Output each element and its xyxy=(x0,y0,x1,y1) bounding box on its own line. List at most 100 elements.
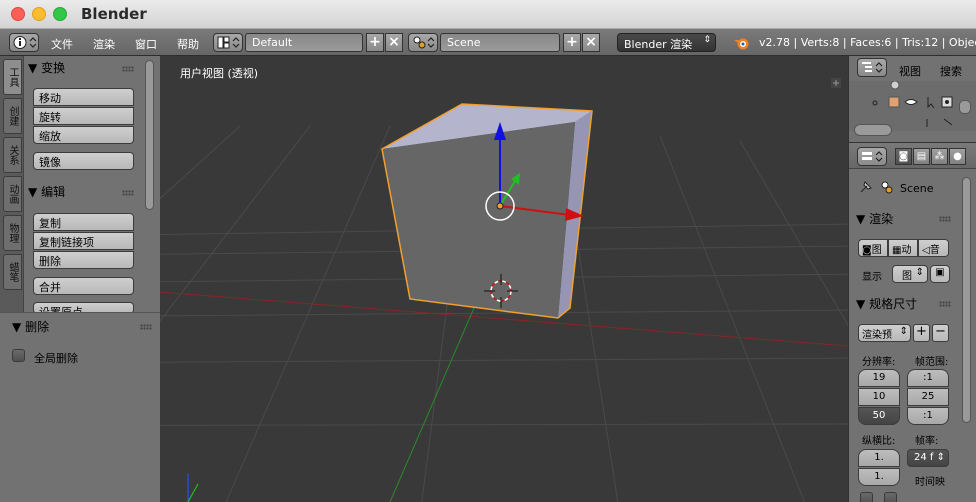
render-audio-button[interactable]: ◁音 xyxy=(918,239,949,257)
tab-tools[interactable]: 工具 xyxy=(3,59,22,95)
render-panel-header[interactable]: ▼ 渲染 xyxy=(856,210,893,227)
3d-viewport[interactable]: 用户视图 (透视) xyxy=(160,56,848,502)
global-delete-checkbox[interactable] xyxy=(12,349,25,362)
delete-scene-button[interactable]: × xyxy=(582,33,600,52)
border-checkbox[interactable] xyxy=(860,492,873,502)
render-preset-value: 渲染预 xyxy=(862,330,892,341)
menu-render[interactable]: 渲染 xyxy=(93,36,115,52)
render-preset-select[interactable]: 渲染预 ⇕ xyxy=(858,324,911,342)
minimize-window-button[interactable] xyxy=(32,7,46,21)
info-icon xyxy=(13,36,37,49)
outliner-view-menu[interactable]: 视图 xyxy=(899,63,921,79)
tab-create[interactable]: 创建 xyxy=(3,98,22,134)
menu-window[interactable]: 窗口 xyxy=(135,36,157,52)
scene-icon xyxy=(413,36,435,49)
layout-grid-icon xyxy=(217,36,240,49)
drag-grip-icon[interactable] xyxy=(939,301,951,307)
outliner-vscroll[interactable] xyxy=(959,100,971,114)
updown-arrows-icon: ⇕ xyxy=(703,35,711,45)
scene-path-icons xyxy=(860,181,893,194)
world-context-tab[interactable]: ● xyxy=(949,148,966,165)
frame-start-field[interactable]: :1 xyxy=(907,369,949,387)
resolution-percentage-slider[interactable]: 50 xyxy=(858,407,900,425)
scene-selector-button[interactable] xyxy=(408,33,438,52)
view-axes-icon xyxy=(187,474,199,502)
add-layout-button[interactable]: + xyxy=(366,33,384,52)
editor-type-button[interactable] xyxy=(9,33,39,52)
drag-grip-icon[interactable] xyxy=(122,190,134,196)
global-delete-label: 全局删除 xyxy=(34,352,78,365)
resolution-y-field[interactable]: 10 xyxy=(858,388,900,406)
outliner-editor-type-button[interactable] xyxy=(857,58,887,77)
zoom-window-button[interactable] xyxy=(53,7,67,21)
tab-relations[interactable]: 关系 xyxy=(3,137,22,173)
properties-editor: ◙ ▤ ⁂ ● Scene ▼ 渲染 ◙图 ▦动 ◁音 显示 图 ⇕ ▣ ▼ 规… xyxy=(848,142,976,502)
screen-layout-button[interactable] xyxy=(213,33,243,52)
transform-header-label: 变换 xyxy=(41,61,66,75)
crop-checkbox[interactable] xyxy=(884,492,897,502)
tool-shelf-tabs: 工具 创建 关系 动画 物理 蜡笔 xyxy=(0,56,24,316)
viewport-corner-widget[interactable] xyxy=(831,78,841,88)
properties-scrollbar[interactable] xyxy=(962,177,971,423)
tab-animation[interactable]: 动画 xyxy=(3,176,22,212)
resolution-x-field[interactable]: 19 xyxy=(858,369,900,387)
layout-name-field[interactable]: Default xyxy=(245,33,363,52)
tab-physics[interactable]: 物理 xyxy=(3,215,22,251)
close-window-button[interactable] xyxy=(11,7,25,21)
lock-interface-button[interactable]: ▣ xyxy=(930,265,950,283)
join-button[interactable]: 合并 xyxy=(33,277,134,295)
drag-grip-icon[interactable] xyxy=(140,324,152,330)
properties-icon xyxy=(862,151,883,162)
viewport-view-label: 用户视图 (透视) xyxy=(180,67,259,80)
resolution-label: 分辨率: xyxy=(862,357,896,368)
mirror-button[interactable]: 镜像 xyxy=(33,152,134,170)
updown-arrows-icon: ⇕ xyxy=(936,452,945,463)
drag-grip-icon[interactable] xyxy=(939,216,951,222)
scene-stats: v2.78 | Verts:8 | Faces:6 | Tris:12 | Ob… xyxy=(759,36,976,49)
outliner-search-menu[interactable]: 搜索 xyxy=(940,63,962,79)
menu-file[interactable]: 文件 xyxy=(51,36,73,52)
render-context-tab[interactable]: ◙ xyxy=(895,148,912,165)
collapse-arrow-icon: ▼ xyxy=(28,61,38,75)
delete-button[interactable]: 删除 xyxy=(33,251,134,269)
drag-grip-icon[interactable] xyxy=(122,66,134,72)
display-mode-select[interactable]: 图 ⇕ xyxy=(892,265,928,283)
tab-grease-pencil[interactable]: 蜡笔 xyxy=(3,254,22,290)
render-engine-select[interactable]: Blender 渲染 ⇕ xyxy=(617,33,716,52)
scale-button[interactable]: 缩放 xyxy=(33,126,134,144)
duplicate-linked-button[interactable]: 复制链接项 xyxy=(33,232,134,250)
rotate-button[interactable]: 旋转 xyxy=(33,107,134,125)
move-button[interactable]: 移动 xyxy=(33,88,134,106)
dimensions-panel-header[interactable]: ▼ 规格尺寸 xyxy=(856,295,917,312)
edit-header-label: 编辑 xyxy=(41,185,66,199)
add-preset-button[interactable]: + xyxy=(913,324,930,342)
operator-panel-header[interactable]: ▼ 删除 xyxy=(12,318,49,335)
edit-panel-header[interactable]: ▼ 编辑 xyxy=(28,183,65,200)
outliner-hscroll[interactable] xyxy=(854,124,892,136)
properties-editor-type-button[interactable] xyxy=(857,147,887,166)
render-image-button[interactable]: ◙图 xyxy=(858,239,888,257)
speaker-icon: ◁ xyxy=(922,245,930,256)
frame-end-field[interactable]: 25 xyxy=(907,388,949,406)
pin-icon[interactable] xyxy=(860,181,872,193)
scene-name-field[interactable]: Scene xyxy=(440,33,560,52)
aspect-x-field[interactable]: 1. xyxy=(858,449,900,467)
duplicate-button[interactable]: 复制 xyxy=(33,213,134,231)
delete-layout-button[interactable]: × xyxy=(385,33,403,52)
tool-shelf-scrollbar[interactable] xyxy=(145,60,154,210)
fps-value: 24 f xyxy=(914,452,934,463)
aspect-label: 纵横比: xyxy=(862,436,896,447)
fps-select[interactable]: 24 f ⇕ xyxy=(907,449,949,467)
info-header: 文件 渲染 窗口 帮助 Default + × Scene + × Blende… xyxy=(0,29,976,56)
add-scene-button[interactable]: + xyxy=(563,33,581,52)
frame-step-field[interactable]: :1 xyxy=(907,407,949,425)
scene-context-tab[interactable]: ⁂ xyxy=(931,148,948,165)
remove-preset-button[interactable]: − xyxy=(932,324,949,342)
collapse-arrow-icon: ▼ xyxy=(28,185,38,199)
updown-arrows-icon: ⇕ xyxy=(899,326,908,337)
render-animation-button[interactable]: ▦动 xyxy=(888,239,918,257)
render-layers-tab[interactable]: ▤ xyxy=(913,148,930,165)
aspect-y-field[interactable]: 1. xyxy=(858,468,900,486)
menu-help[interactable]: 帮助 xyxy=(177,36,199,52)
transform-panel-header[interactable]: ▼ 变换 xyxy=(28,59,65,76)
